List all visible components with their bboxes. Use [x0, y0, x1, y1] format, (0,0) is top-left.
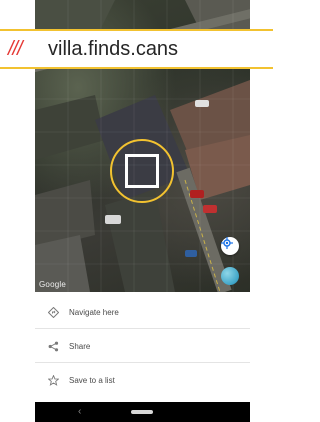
- action-sheet: Navigate here Share Save to a list: [35, 292, 250, 402]
- selected-square[interactable]: [125, 154, 159, 188]
- divider: [35, 362, 250, 363]
- android-nav-bar: ‹: [35, 402, 250, 422]
- w3w-slashes-logo: ///: [8, 38, 23, 60]
- navigate-here-item[interactable]: Navigate here: [35, 296, 250, 328]
- my-location-button[interactable]: [221, 237, 239, 255]
- globe-view-button[interactable]: [221, 267, 239, 285]
- navigate-here-label: Navigate here: [69, 307, 119, 317]
- share-item[interactable]: Share: [35, 330, 250, 362]
- google-attribution: Google: [39, 280, 66, 289]
- divider: [35, 328, 250, 329]
- navigate-icon: [45, 306, 61, 318]
- what3words-address-banner: /// villa.finds.cans: [0, 29, 273, 69]
- star-icon: [45, 374, 61, 386]
- save-to-list-item[interactable]: Save to a list: [35, 364, 250, 396]
- share-icon: [45, 341, 61, 352]
- home-pill[interactable]: [131, 410, 153, 414]
- w3w-address: villa.finds.cans: [48, 38, 179, 60]
- back-button[interactable]: ‹: [78, 406, 81, 418]
- save-to-list-label: Save to a list: [69, 375, 115, 385]
- share-label: Share: [69, 341, 91, 351]
- crosshair-icon: [221, 237, 233, 249]
